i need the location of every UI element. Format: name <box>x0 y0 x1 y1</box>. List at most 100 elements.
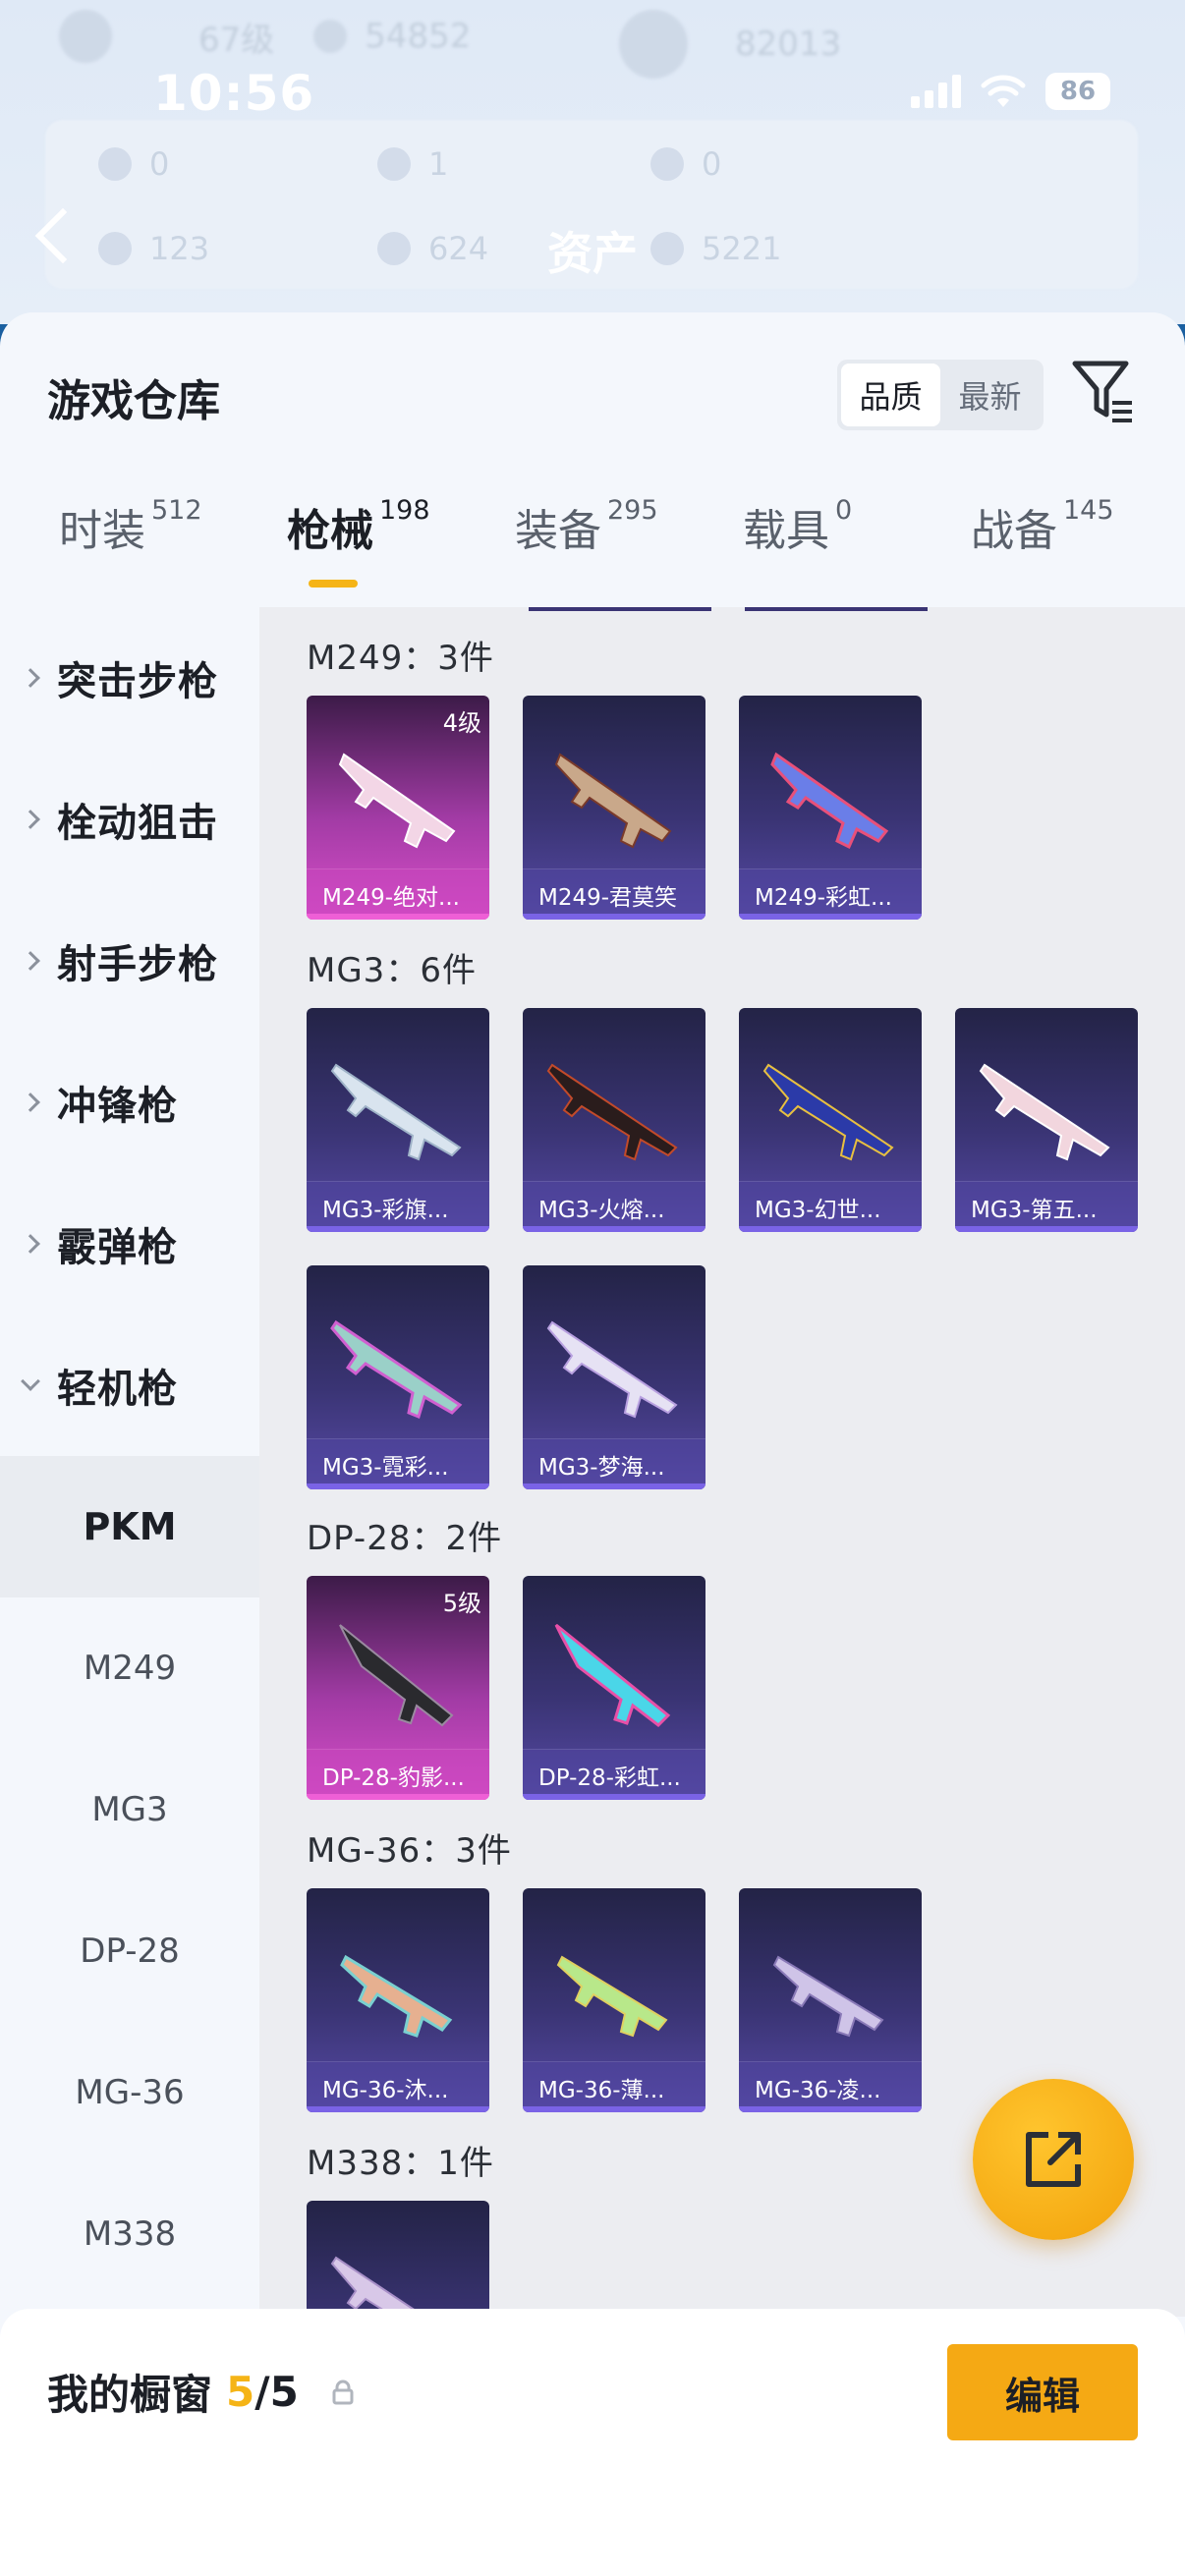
weapon-name: M249-绝对... <box>307 868 489 920</box>
chevron-right-icon <box>21 1234 40 1254</box>
stat-item: 0 <box>650 145 721 183</box>
active-tab-indicator <box>309 580 358 588</box>
tab-weapons[interactable]: 枪械 198 <box>287 495 430 558</box>
showcase-current: 5 <box>226 2368 255 2416</box>
coin-value: 54852 <box>365 17 472 56</box>
weapon-image <box>330 1319 463 1420</box>
edit-button[interactable]: 编辑 <box>947 2344 1138 2440</box>
weapon-image <box>330 2256 426 2317</box>
weapon-name: MG3-彩旗... <box>307 1181 489 1232</box>
battery-icon: 86 <box>1045 73 1110 110</box>
subcategory-mg36[interactable]: MG-36 <box>0 2022 259 2163</box>
weapon-card[interactable]: 4级 M249-绝对... <box>307 696 489 920</box>
chevron-right-icon <box>21 951 40 971</box>
weapon-name: DP-28-彩虹... <box>523 1749 705 1800</box>
weapon-image <box>546 1320 678 1419</box>
category-bolt-sniper[interactable]: 栓动狙击 <box>0 749 259 890</box>
weapon-grid: M249：3件 4级 M249-绝对... M249-君莫笑 M249-彩虹..… <box>259 607 1185 2317</box>
subcategory-m338[interactable]: M338 <box>0 2163 259 2305</box>
avatar <box>59 10 112 63</box>
weapon-name: MG3-幻世... <box>739 1181 922 1232</box>
card-edge <box>529 607 711 611</box>
tab-fashion[interactable]: 时装 512 <box>59 495 202 558</box>
cellular-signal-icon <box>911 75 961 108</box>
subcategory-m249[interactable]: M249 <box>0 1597 259 1739</box>
weapon-card[interactable]: MG-36-薄... <box>523 1888 705 2112</box>
weapon-name: MG-36-凌... <box>739 2061 922 2112</box>
status-icons: 86 <box>911 73 1110 110</box>
weapon-name: MG-36-薄... <box>523 2061 705 2112</box>
group-heading-dp28: DP-28：2件 <box>307 1519 503 1558</box>
category-lmg[interactable]: 轻机枪 <box>0 1315 259 1456</box>
weapon-name: MG3-第五... <box>955 1181 1138 1232</box>
chevron-right-icon <box>21 1092 40 1112</box>
weapon-card[interactable]: MG3-霓彩... <box>307 1265 489 1489</box>
category-assault-rifle[interactable]: 突击步枪 <box>0 607 259 749</box>
category-marksman-rifle[interactable]: 射手步枪 <box>0 890 259 1032</box>
sort-option-quality[interactable]: 品质 <box>841 364 940 426</box>
group-heading-mg3: MG3：6件 <box>307 951 477 990</box>
weapon-card[interactable]: MG3-第五... <box>955 1008 1138 1232</box>
weapon-card[interactable]: DP-28-彩虹... <box>523 1576 705 1800</box>
sort-option-latest[interactable]: 最新 <box>940 364 1040 426</box>
card-edge <box>745 607 928 611</box>
weapon-card[interactable]: MG3-火熔... <box>523 1008 705 1232</box>
weapon-card[interactable]: 5级 DP-28-豹影... <box>307 1576 489 1800</box>
weapon-image <box>339 1624 454 1727</box>
weapon-image <box>762 1063 894 1161</box>
sheet-title: 游戏仓库 <box>47 376 220 426</box>
weapon-image <box>556 1955 668 2038</box>
wifi-icon <box>981 75 1026 107</box>
group-heading-m249: M249：3件 <box>307 639 494 678</box>
weapon-image <box>338 753 456 849</box>
category-smg[interactable]: 冲锋枪 <box>0 1032 259 1173</box>
chevron-down-icon <box>21 1372 40 1391</box>
subcategory-dp28[interactable]: DP-28 <box>0 1880 259 2022</box>
lock-icon <box>332 2380 354 2404</box>
weapon-image <box>772 1955 884 2038</box>
weapon-image <box>554 1623 671 1727</box>
category-shotgun[interactable]: 霰弹枪 <box>0 1173 259 1315</box>
weapon-card[interactable]: M249-彩虹... <box>739 696 922 920</box>
page-title: 资产 <box>547 227 638 280</box>
weapon-card[interactable]: MG-36-凌... <box>739 1888 922 2112</box>
weapon-card[interactable]: MG3-彩旗... <box>307 1008 489 1232</box>
weapon-name: DP-28-豹影... <box>307 1749 489 1800</box>
weapon-card[interactable]: MG3-幻世... <box>739 1008 922 1232</box>
weapon-type-sidebar: 突击步枪 栓动狙击 射手步枪 冲锋枪 霰弹枪 轻机枪 PKM M249 MG3 … <box>0 607 259 2576</box>
weapon-card[interactable] <box>307 2201 489 2317</box>
group-heading-m338: M338：1件 <box>307 2144 494 2183</box>
weapon-name: MG-36-沐... <box>307 2061 489 2112</box>
stat-item: 1 <box>377 145 448 183</box>
weapon-card[interactable]: MG3-梦海... <box>523 1265 705 1489</box>
tab-supplies[interactable]: 战备 145 <box>971 495 1114 558</box>
weapon-name: MG3-火熔... <box>523 1181 705 1232</box>
weapon-image <box>330 1063 462 1161</box>
weapon-name: M249-彩虹... <box>739 868 922 920</box>
weapon-image <box>979 1063 1110 1161</box>
chevron-right-icon <box>21 810 40 829</box>
rank-badge-icon <box>619 10 688 79</box>
share-icon <box>1026 2132 1081 2187</box>
filter-icon[interactable] <box>1071 358 1136 426</box>
category-tabs: 时装 512 枪械 198 装备 295 载具 0 战备 145 <box>0 495 1185 593</box>
tab-equipment[interactable]: 装备 295 <box>515 495 658 558</box>
subcategory-mg3[interactable]: MG3 <box>0 1739 259 1880</box>
status-time: 10:56 <box>153 65 315 122</box>
weapon-image <box>546 1063 678 1161</box>
weapon-card[interactable]: MG-36-沐... <box>307 1888 489 2112</box>
weapon-card[interactable]: M249-君莫笑 <box>523 696 705 920</box>
showcase-total: 5 <box>269 2368 299 2416</box>
subcategory-pkm[interactable]: PKM <box>0 1456 259 1597</box>
warehouse-sheet: 游戏仓库 品质 最新 时装 512 枪械 198 装备 295 载具 0 战备 … <box>0 312 1185 2576</box>
weapon-name: MG3-梦海... <box>523 1438 705 1489</box>
sort-toggle: 品质 最新 <box>837 360 1044 430</box>
weapon-name: M249-君莫笑 <box>523 868 705 920</box>
tab-vehicles[interactable]: 载具 0 <box>743 495 852 558</box>
chevron-right-icon <box>21 668 40 688</box>
weapon-image <box>340 1954 453 2038</box>
score-value: 82013 <box>735 25 842 64</box>
coin-icon <box>313 20 348 53</box>
weapon-image <box>770 752 889 850</box>
share-button[interactable] <box>973 2079 1134 2240</box>
